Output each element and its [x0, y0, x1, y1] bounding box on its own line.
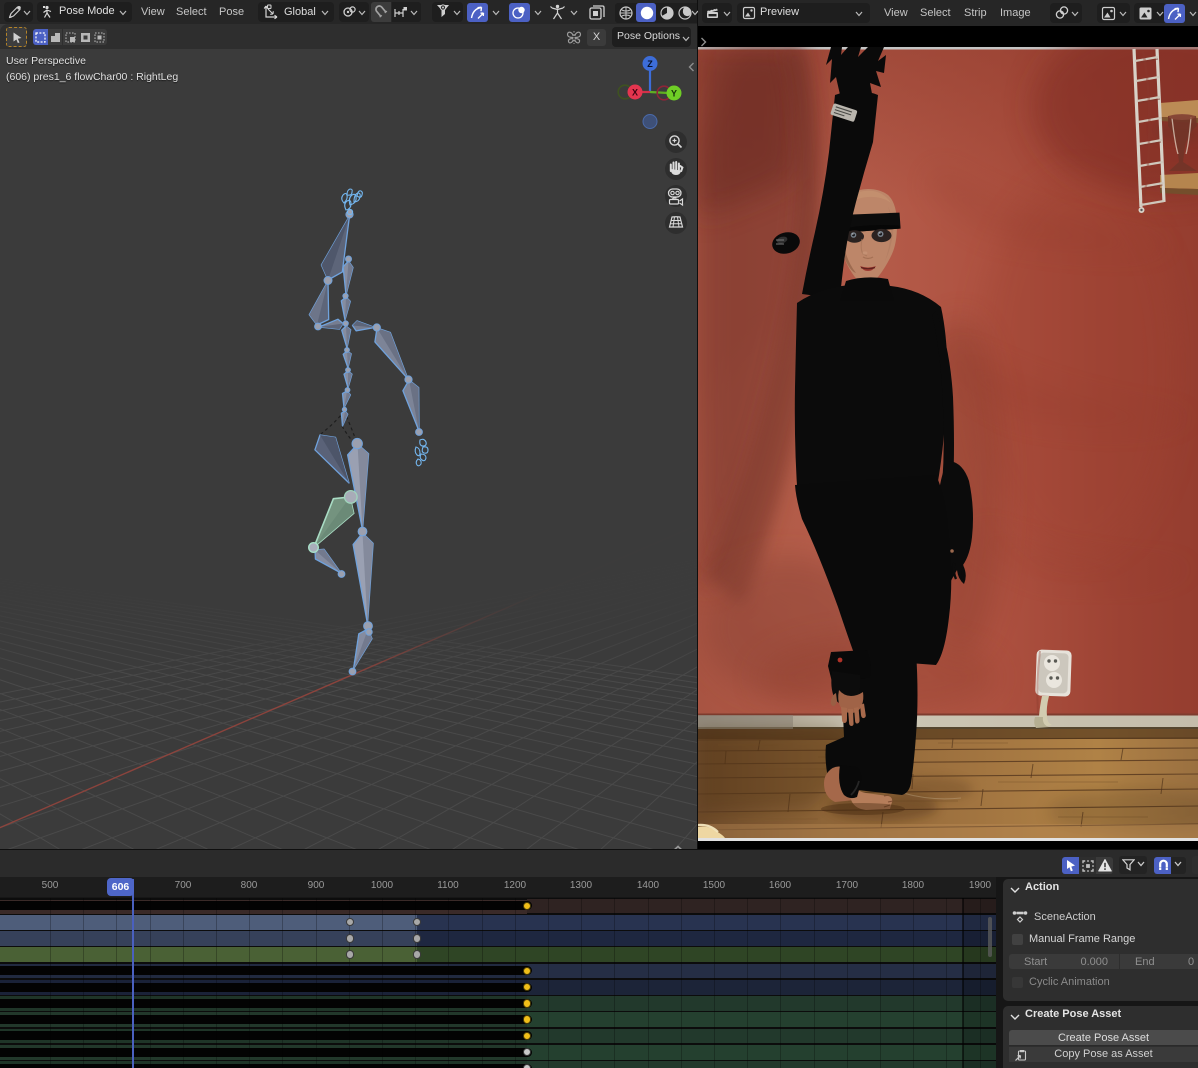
svg-text:X: X: [632, 88, 638, 98]
svg-text:Y: Y: [671, 89, 677, 99]
svg-text:Z: Z: [647, 59, 653, 69]
